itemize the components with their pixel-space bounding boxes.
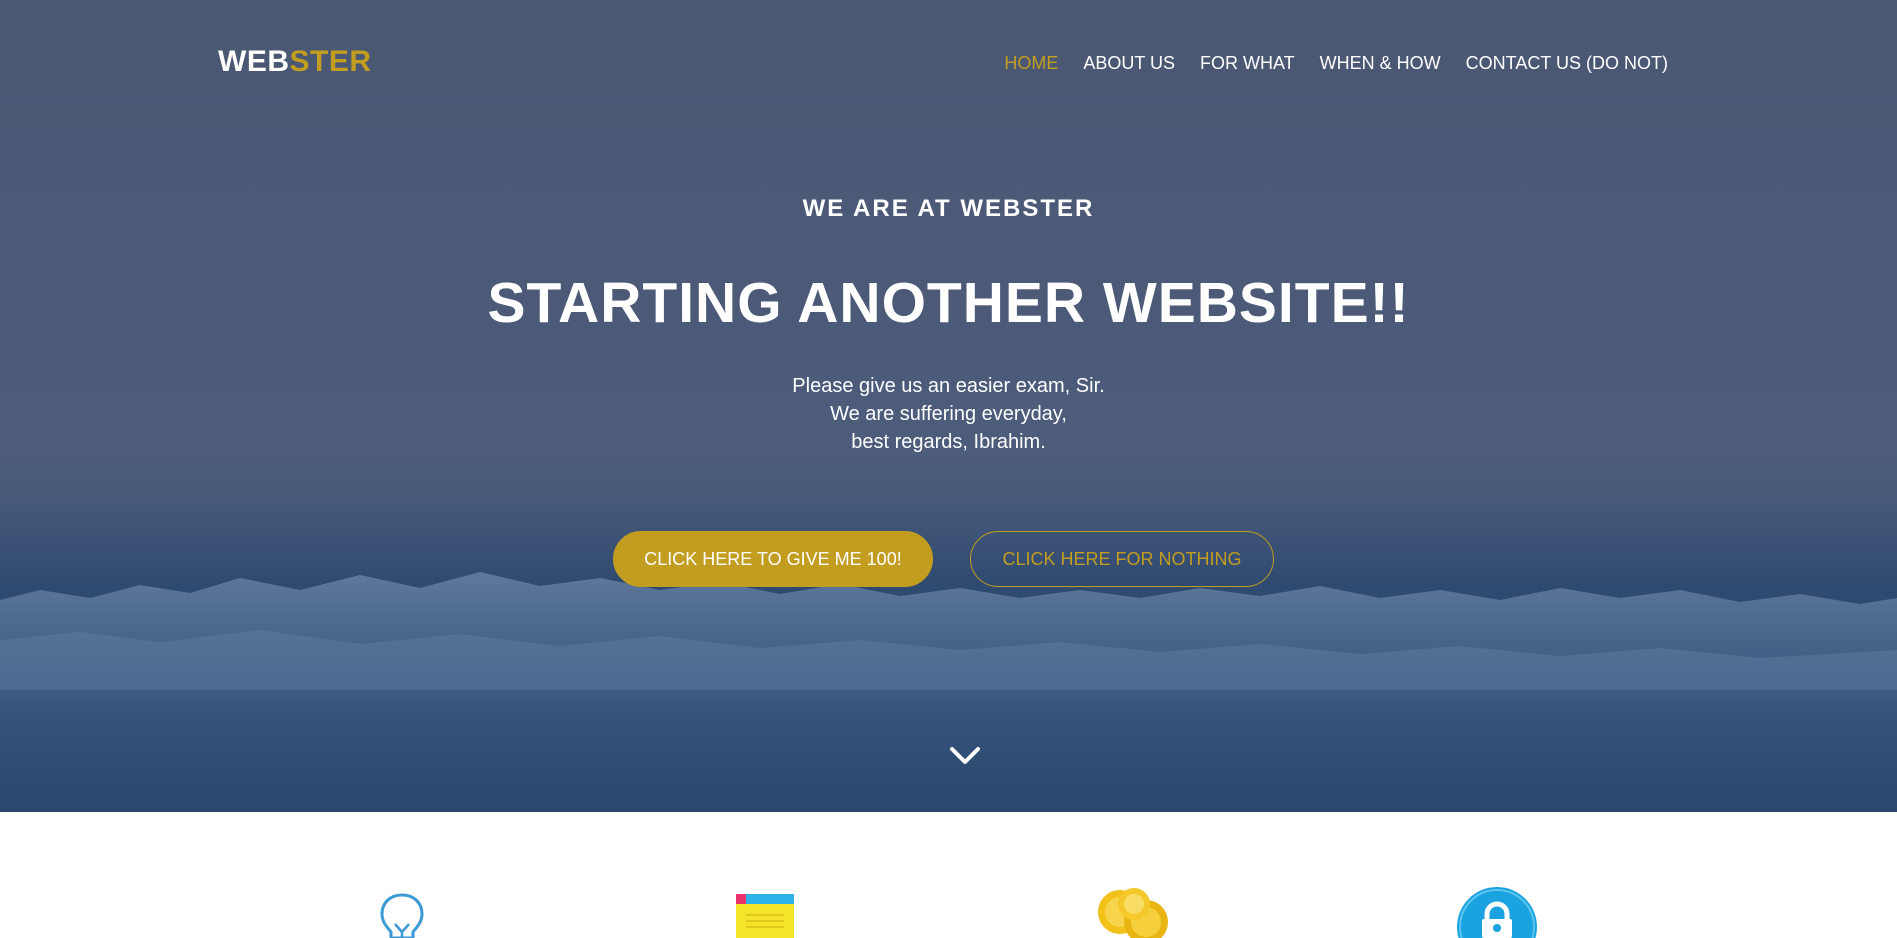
hero-subtext-line: We are suffering everyday, [830,403,1067,425]
site-logo[interactable]: WEBSTER [218,44,372,80]
lock-icon [1457,887,1537,938]
hero-subtext: Please give us an easier exam, Sir. We a… [0,372,1897,456]
nav-item-when-how[interactable]: WHEN & HOW [1320,52,1441,74]
logo-text-primary: WEB [218,45,290,78]
nothing-button[interactable]: CLICK HERE FOR NOTHING [970,531,1274,587]
chevron-down-icon[interactable] [948,742,982,770]
notebook-icon [736,894,794,938]
hero-subtext-line: best regards, Ibrahim. [851,431,1046,453]
hero-subtext-line: Please give us an easier exam, Sir. [792,375,1105,397]
hero-headline: STARTING ANOTHER WEBSITE!! [487,271,1410,335]
give-100-button[interactable]: CLICK HERE TO GIVE ME 100! [613,531,933,587]
coins-icon [1098,888,1168,938]
hero-section: WEBSTER HOME ABOUT US FOR WHAT WHEN & HO… [0,0,1897,812]
nav-item-about-us[interactable]: ABOUT US [1083,52,1175,74]
nav-item-contact-us[interactable]: CONTACT US (DO NOT) [1466,52,1668,74]
logo-text-accent: STER [289,45,372,78]
features-section [0,812,1897,938]
lightbulb-icon [380,893,424,938]
main-nav: HOME ABOUT US FOR WHAT WHEN & HOW CONTAC… [1004,52,1668,74]
hero-eyebrow: WE ARE AT WEBSTER [802,195,1095,222]
nav-item-for-what[interactable]: FOR WHAT [1200,52,1295,74]
nav-item-home[interactable]: HOME [1004,52,1058,74]
